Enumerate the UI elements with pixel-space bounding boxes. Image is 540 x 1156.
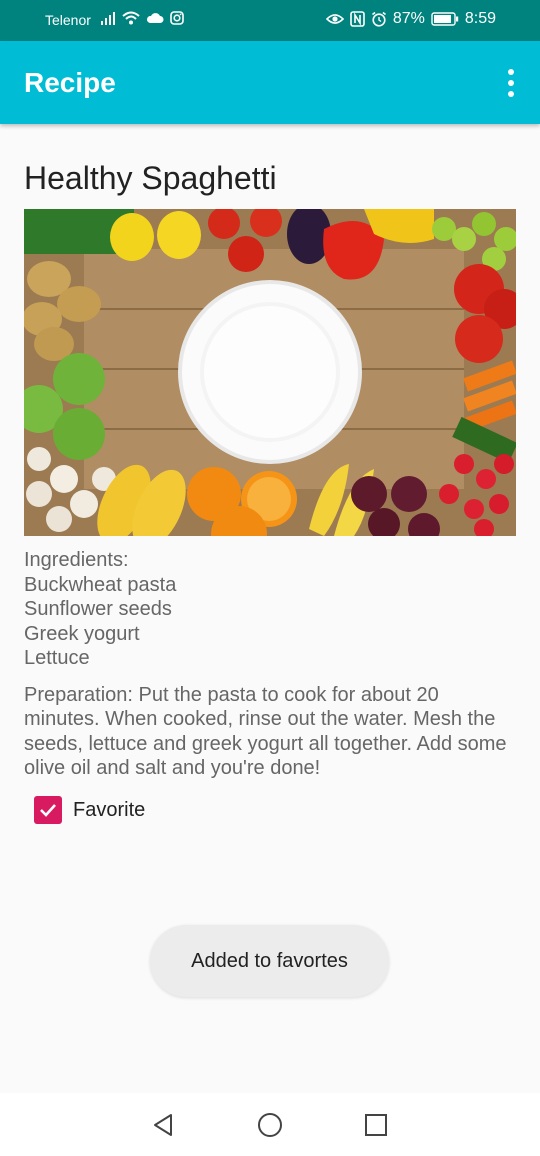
eye-icon [325, 14, 344, 24]
favorite-checkbox-row[interactable]: Favorite [34, 796, 145, 824]
battery-icon [431, 12, 459, 26]
vegetables-plate-illustration [24, 209, 516, 536]
ingredient-item: Lettuce [24, 647, 90, 669]
ingredient-item: Buckwheat pasta [24, 573, 177, 596]
recipe-content: Healthy Spaghetti Ingredients: Buckwheat… [24, 150, 516, 781]
wifi-icon [122, 11, 140, 25]
nfc-icon [350, 11, 365, 27]
back-icon[interactable] [151, 1112, 177, 1138]
favorite-label: Favorite [73, 798, 146, 821]
ingredient-item: Sunflower seeds [24, 598, 172, 620]
instagram-icon [170, 11, 184, 25]
battery-percent: 87% [392, 10, 425, 27]
app-bar: Recipe [0, 41, 540, 124]
checkmark-icon [40, 804, 56, 817]
status-icons-right: 87% 8:59 [325, 10, 496, 28]
recipe-photo [24, 209, 516, 536]
app-bar-title: Recipe [24, 67, 116, 98]
recipe-title: Healthy Spaghetti [24, 160, 277, 196]
ingredients-section: Ingredients: Buckwheat pasta Sunflower s… [24, 548, 516, 671]
clock-time: 8:59 [464, 10, 496, 27]
overflow-menu-icon[interactable] [506, 69, 516, 97]
recents-icon[interactable] [363, 1112, 389, 1138]
toast-message: Added to favortes [150, 925, 389, 997]
navigation-bar [0, 1093, 540, 1156]
alarm-icon [371, 11, 386, 27]
ingredient-item: Greek yogurt [24, 622, 140, 645]
signal-icon [101, 12, 115, 25]
status-icons-left [100, 11, 184, 25]
favorite-checkbox[interactable] [34, 796, 62, 824]
ingredients-heading: Ingredients: [24, 549, 129, 571]
carrier-name: Telenor [45, 12, 91, 28]
cloud-icon [146, 13, 164, 23]
preparation-text: Preparation: Put the pasta to cook for a… [24, 683, 507, 780]
status-bar: Telenor 87% 8:59 [0, 0, 540, 41]
home-icon[interactable] [257, 1112, 283, 1138]
